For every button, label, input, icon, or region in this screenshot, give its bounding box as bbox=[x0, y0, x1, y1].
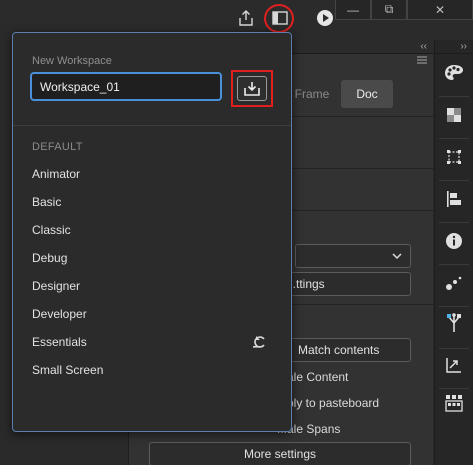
workspace-item-debug[interactable]: Debug bbox=[32, 251, 67, 265]
tab-frame[interactable]: Frame bbox=[284, 80, 340, 108]
components-icon[interactable] bbox=[443, 312, 465, 334]
workspace-popup: New Workspace DEFAULT Animator Basic Cla… bbox=[12, 32, 292, 432]
workspace-item-basic[interactable]: Basic bbox=[32, 195, 61, 209]
window-controls: — ⧉ ✕ bbox=[335, 0, 473, 20]
workspace-item-small-screen[interactable]: Small Screen bbox=[32, 363, 103, 377]
apply-pasteboard-label: ...ply to pasteboard bbox=[277, 396, 380, 410]
library-icon[interactable] bbox=[443, 392, 465, 414]
highlight-ring bbox=[264, 4, 294, 33]
minimize-button[interactable]: — bbox=[335, 0, 371, 20]
color-palette-icon[interactable] bbox=[443, 62, 465, 84]
workspace-item-animator[interactable]: Animator bbox=[32, 167, 80, 181]
transform-icon[interactable] bbox=[443, 146, 465, 168]
workspace-name-input[interactable] bbox=[30, 72, 222, 101]
dropdown[interactable] bbox=[295, 244, 411, 268]
save-workspace-button[interactable] bbox=[237, 76, 267, 101]
publish-icon[interactable] bbox=[236, 8, 256, 28]
info-icon[interactable] bbox=[443, 230, 465, 252]
default-section-title: DEFAULT bbox=[32, 141, 83, 153]
workspace-item-classic[interactable]: Classic bbox=[32, 223, 71, 237]
match-contents-button[interactable]: Match contents bbox=[281, 338, 411, 362]
motion-presets-icon[interactable] bbox=[443, 272, 465, 294]
swatches-icon[interactable] bbox=[443, 104, 465, 126]
panel-menu-icon[interactable] bbox=[417, 56, 427, 67]
close-button[interactable]: ✕ bbox=[407, 0, 473, 20]
workspace-item-essentials[interactable]: Essentials bbox=[32, 335, 87, 349]
play-icon[interactable] bbox=[315, 8, 335, 28]
divider bbox=[13, 125, 291, 126]
download-icon bbox=[244, 81, 260, 96]
new-workspace-label: New Workspace bbox=[32, 55, 112, 67]
right-dock: ›› bbox=[434, 40, 473, 465]
tab-doc[interactable]: Doc bbox=[341, 80, 393, 108]
reset-workspace-icon[interactable] bbox=[253, 336, 267, 351]
restore-button[interactable]: ⧉ bbox=[371, 0, 407, 20]
dock-expand-button[interactable]: ›› bbox=[435, 40, 473, 54]
workspace-item-designer[interactable]: Designer bbox=[32, 279, 80, 293]
settings-button[interactable]: ...ttings bbox=[281, 272, 411, 296]
output-icon[interactable] bbox=[443, 354, 465, 376]
more-settings-button[interactable]: More settings bbox=[149, 442, 411, 465]
workspace-item-developer[interactable]: Developer bbox=[32, 307, 87, 321]
save-workspace-highlight bbox=[231, 70, 273, 107]
align-icon[interactable] bbox=[443, 188, 465, 210]
